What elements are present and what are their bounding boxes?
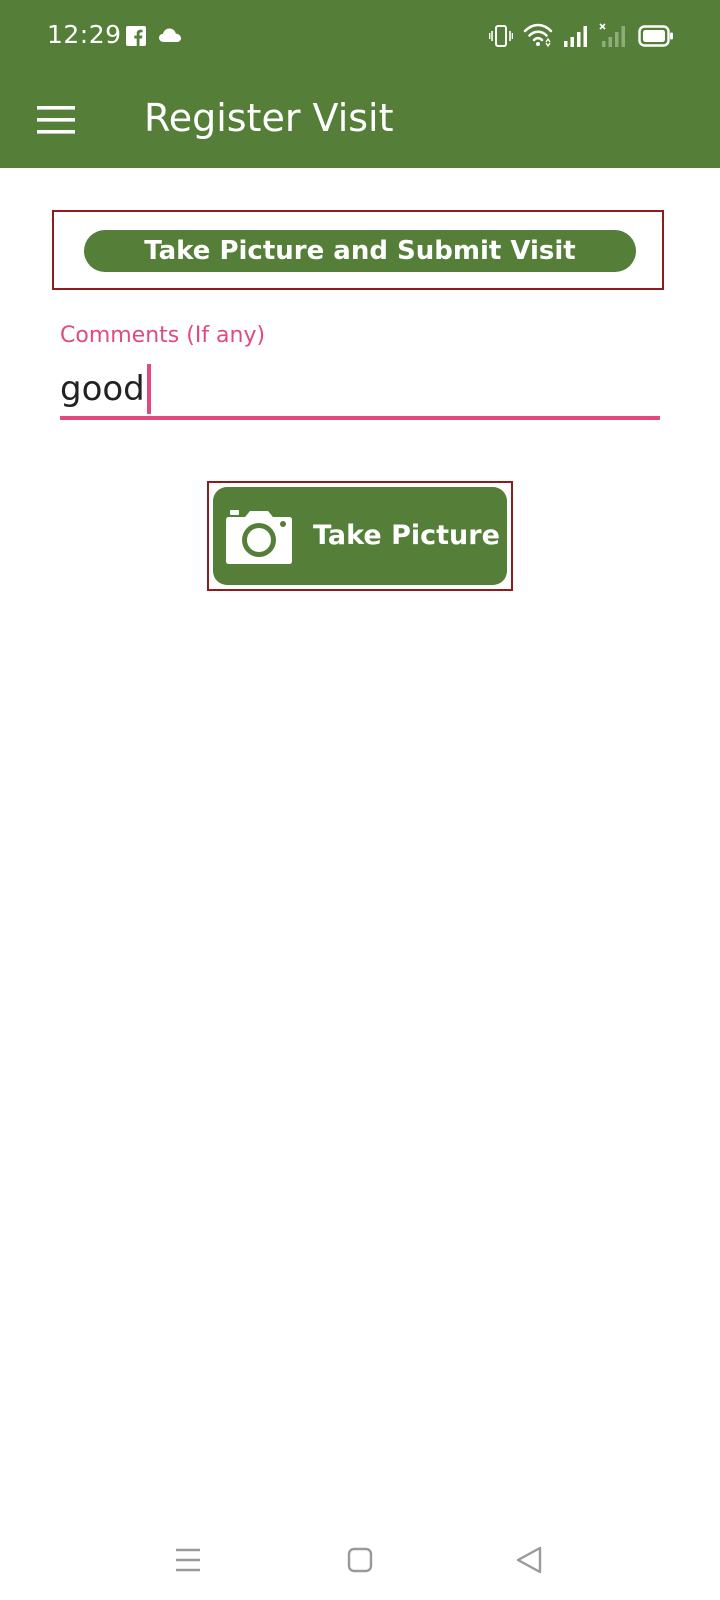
vibrate-icon [488,24,514,53]
comments-input-value[interactable]: good [60,366,145,412]
home-icon[interactable] [340,1540,380,1580]
app-bar: Register Visit [0,72,720,168]
recents-icon[interactable] [168,1540,208,1580]
facebook-icon [126,26,146,51]
comments-label: Comments (If any) [60,323,266,348]
cloud-icon [158,26,182,49]
take-picture-label: Take Picture [313,520,500,551]
take-picture-and-submit-button[interactable]: Take Picture and Submit Visit [84,230,636,272]
take-picture-button[interactable]: Take Picture [213,487,507,585]
screen: 12:29 Register Visit Take Picture and Su… [0,0,720,1600]
comments-input[interactable]: good [60,362,660,420]
camera-icon [225,507,293,565]
status-time: 12:29 [47,20,122,49]
battery-icon [638,25,674,52]
signal-icon [563,24,589,53]
wifi-icon [523,22,553,53]
hamburger-menu-icon[interactable] [26,90,86,150]
navigation-bar [0,1520,720,1600]
text-cursor [147,364,151,414]
signal-no-service-icon [599,22,627,53]
page-title: Register Visit [144,96,394,140]
status-bar: 12:29 [0,0,720,72]
back-icon[interactable] [510,1540,550,1580]
